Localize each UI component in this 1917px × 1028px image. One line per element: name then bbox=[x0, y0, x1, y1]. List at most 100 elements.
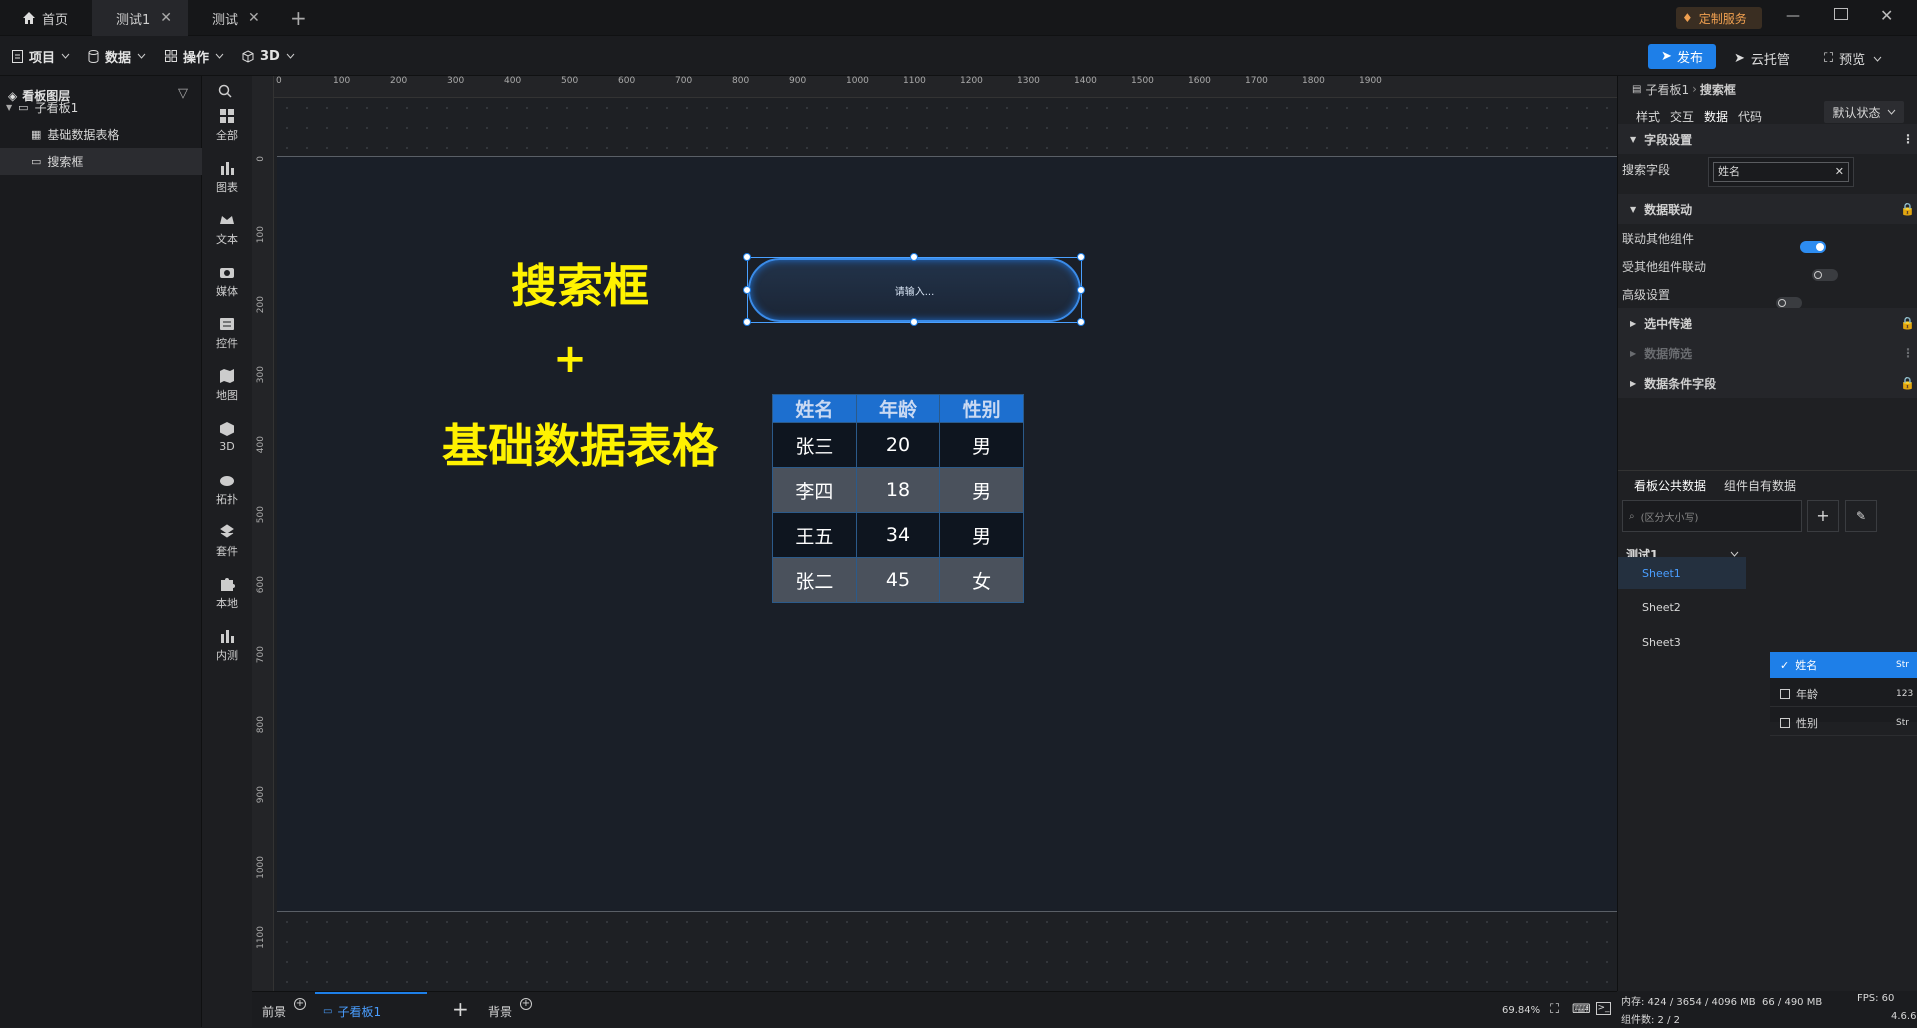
status-bar: 内存: 424 / 3654 / 4096 MB 66 / 490 MB FPS… bbox=[1617, 991, 1917, 1027]
strip-text[interactable]: 文本 bbox=[202, 205, 252, 253]
tab-public-data[interactable]: 看板公共数据 bbox=[1634, 477, 1707, 502]
table-cell: 李四 bbox=[772, 467, 857, 513]
ruler-tick: 900 bbox=[789, 76, 807, 86]
tab-code[interactable]: 代码 bbox=[1738, 108, 1762, 125]
cube-icon bbox=[220, 422, 234, 436]
menu-project[interactable]: 项目 bbox=[12, 36, 70, 76]
data-table[interactable]: 姓名 年龄 性别 张三 20 男 李四 18 男 王五 34 男 张二 45 女 bbox=[772, 394, 1024, 603]
add-circle-icon[interactable]: + bbox=[294, 998, 306, 1010]
more-icon[interactable]: ⋮ bbox=[1902, 346, 1914, 360]
layer-item-board[interactable]: ▼ ▭ 子看板1 bbox=[0, 95, 202, 120]
fit-screen-icon[interactable]: ⛶ bbox=[1550, 1002, 1559, 1017]
resize-handle[interactable] bbox=[910, 253, 918, 261]
section-data-filter[interactable]: ▶ 数据筛选 ⋮ bbox=[1618, 338, 1917, 368]
section-data-linkage[interactable]: ▼ 数据联动 🔒 bbox=[1618, 194, 1917, 224]
background-tab[interactable]: 背景 bbox=[488, 1003, 512, 1020]
add-board-button[interactable]: + bbox=[452, 997, 469, 1021]
sheet-item[interactable]: Sheet2 bbox=[1618, 591, 1746, 623]
bar-chart-icon bbox=[221, 161, 234, 175]
title-table: 基础数据表格 bbox=[442, 419, 718, 473]
chevron-down-icon bbox=[286, 53, 295, 59]
table-row[interactable]: 张二 45 女 bbox=[772, 557, 1024, 603]
close-icon[interactable]: ✕ bbox=[248, 10, 260, 26]
strip-3d[interactable]: 3D bbox=[202, 413, 252, 461]
resize-handle[interactable] bbox=[1077, 318, 1085, 326]
custom-service-button[interactable]: ♦ 定制服务 bbox=[1676, 7, 1762, 29]
table-header-cell: 姓名 bbox=[772, 394, 857, 423]
board-tab[interactable]: ▭ 子看板1 bbox=[315, 992, 427, 1028]
add-tab-button[interactable]: + bbox=[290, 6, 307, 30]
resize-handle[interactable] bbox=[743, 253, 751, 261]
terminal-icon[interactable]: >_ bbox=[1596, 1002, 1611, 1015]
search-field-select[interactable]: 姓名 ✕ bbox=[1708, 157, 1854, 187]
more-icon[interactable]: ⋮ bbox=[1902, 132, 1914, 146]
sheet-label: Sheet3 bbox=[1642, 635, 1681, 649]
window-close-icon[interactable]: ✕ bbox=[1880, 6, 1893, 25]
edit-data-button[interactable]: ✎ bbox=[1845, 500, 1877, 532]
chevron-right-icon: › bbox=[1692, 82, 1697, 96]
check-icon: ✓ bbox=[1780, 658, 1790, 672]
menu-operation[interactable]: 操作 bbox=[165, 36, 224, 76]
search-icon[interactable] bbox=[218, 84, 232, 98]
field-item[interactable]: 年龄 123 bbox=[1770, 681, 1917, 707]
menu-3d[interactable]: 3D bbox=[242, 36, 295, 76]
layer-item-table[interactable]: ▦ 基础数据表格 bbox=[0, 120, 202, 148]
field-item[interactable]: 性别 Str bbox=[1770, 710, 1917, 736]
state-select[interactable]: 默认状态 bbox=[1824, 101, 1904, 123]
strip-map[interactable]: 地图 bbox=[202, 361, 252, 409]
table-row[interactable]: 王五 34 男 bbox=[772, 512, 1024, 558]
add-circle-icon[interactable]: + bbox=[520, 998, 532, 1010]
strip-chart[interactable]: 图表 bbox=[202, 153, 252, 201]
close-icon[interactable]: ✕ bbox=[160, 10, 172, 26]
menu-data[interactable]: 数据 bbox=[88, 36, 146, 76]
resize-handle[interactable] bbox=[743, 318, 751, 326]
zoom-level[interactable]: 69.84% bbox=[1502, 1005, 1540, 1016]
tab-interaction[interactable]: 交互 bbox=[1670, 108, 1694, 125]
data-search-input[interactable]: ⌕ (区分大小写) bbox=[1622, 500, 1802, 532]
board-tab-label: 子看板1 bbox=[337, 1004, 382, 1019]
database-icon bbox=[88, 49, 99, 63]
tab-test1[interactable]: 测试1 ✕ bbox=[92, 0, 188, 36]
lock-icon: 🔒 bbox=[1900, 316, 1915, 330]
minimize-icon[interactable]: — bbox=[1786, 8, 1800, 24]
tab-bar: 首页 测试1 ✕ 测试 ✕ + ♦ 定制服务 — ✕ bbox=[0, 0, 1917, 36]
foreground-tab[interactable]: 前景 bbox=[262, 1003, 286, 1020]
section-selected-pass[interactable]: ▶ 选中传递 🔒 bbox=[1618, 308, 1917, 338]
tab-own-data[interactable]: 组件自有数据 bbox=[1724, 477, 1796, 494]
publish-button[interactable]: ➤ 发布 bbox=[1648, 44, 1716, 69]
tab-home[interactable]: 首页 bbox=[0, 0, 92, 36]
section-field-settings[interactable]: ▼ 字段设置 ⋮ bbox=[1618, 124, 1917, 154]
strip-beta[interactable]: 内测 bbox=[202, 621, 252, 669]
grid-icon bbox=[220, 108, 234, 123]
strip-kit[interactable]: 套件 bbox=[202, 517, 252, 565]
breadcrumb-item[interactable]: 子看板1 bbox=[1645, 81, 1689, 98]
table-row[interactable]: 张三 20 男 bbox=[772, 422, 1024, 468]
strip-label: 拓扑 bbox=[216, 492, 238, 506]
layer-item-search[interactable]: ▭ 搜索框 bbox=[0, 148, 202, 175]
resize-handle[interactable] bbox=[743, 286, 751, 294]
linked-by-row: 受其他组件联动 bbox=[1618, 251, 1917, 281]
strip-control[interactable]: 控件 bbox=[202, 309, 252, 357]
resize-handle[interactable] bbox=[1077, 286, 1085, 294]
ruler-tick: 400 bbox=[504, 76, 522, 86]
strip-all[interactable]: 全部 bbox=[202, 101, 252, 149]
strip-local[interactable]: 本地 bbox=[202, 569, 252, 617]
resize-handle[interactable] bbox=[910, 318, 918, 326]
sheet-item[interactable]: Sheet1 bbox=[1618, 557, 1746, 589]
restore-icon[interactable] bbox=[1834, 8, 1848, 20]
tab-test[interactable]: 测试 ✕ bbox=[188, 0, 282, 36]
sheet-item[interactable]: Sheet3 bbox=[1618, 626, 1746, 658]
table-row[interactable]: 李四 18 男 bbox=[772, 467, 1024, 513]
add-data-button[interactable]: + bbox=[1807, 500, 1839, 532]
field-item[interactable]: ✓ 姓名 Str bbox=[1770, 652, 1917, 678]
table-header-cell: 性别 bbox=[939, 394, 1024, 423]
cloud-host-button[interactable]: ➤ 云托管 bbox=[1734, 49, 1790, 68]
section-data-condition[interactable]: ▶ 数据条件字段 🔒 bbox=[1618, 368, 1917, 398]
strip-topology[interactable]: 拓扑 bbox=[202, 465, 252, 513]
resize-handle[interactable] bbox=[1077, 253, 1085, 261]
strip-media[interactable]: 媒体 bbox=[202, 257, 252, 305]
keyboard-icon[interactable]: ⌨ bbox=[1572, 1002, 1591, 1017]
preview-button[interactable]: ⛶ 预览 bbox=[1824, 49, 1882, 68]
tab-style[interactable]: 样式 bbox=[1636, 108, 1660, 125]
close-icon[interactable]: ✕ bbox=[1835, 163, 1844, 181]
